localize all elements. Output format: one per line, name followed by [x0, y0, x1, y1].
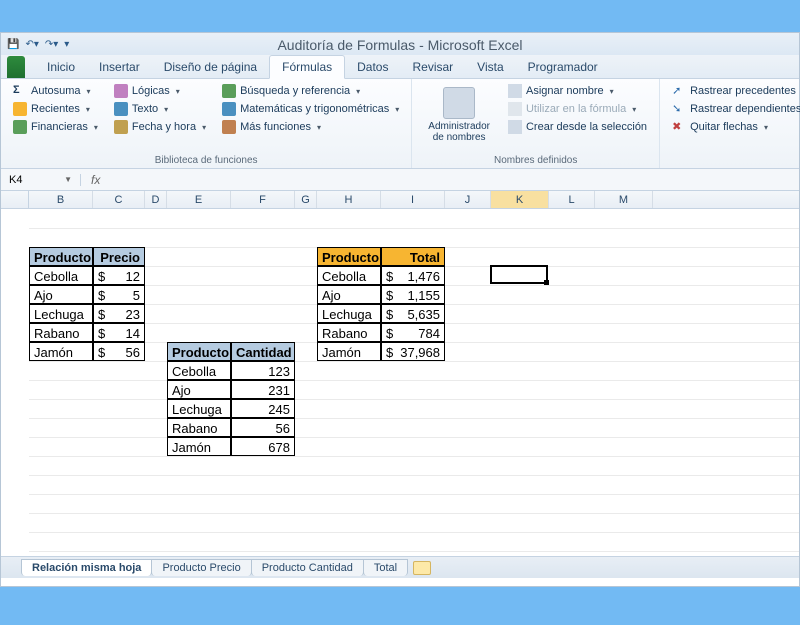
cell-F9[interactable]: 123 [231, 361, 295, 380]
cell-E10[interactable]: Ajo [167, 380, 231, 399]
cell-H4[interactable]: Cebolla [317, 266, 381, 285]
cell-H7[interactable]: Rabano [317, 323, 381, 342]
cell-F10[interactable]: 231 [231, 380, 295, 399]
autosum-button[interactable]: ΣAutosuma▾ [9, 83, 102, 99]
sheet-tab-cantidad[interactable]: Producto Cantidad [251, 559, 364, 576]
qat-save-icon[interactable]: 💾 [7, 39, 19, 50]
cell-E9[interactable]: Cebolla [167, 361, 231, 380]
group-label-nombres: Nombres definidos [420, 153, 651, 166]
cell-I6[interactable]: $5,635 [381, 304, 445, 323]
col-header-I[interactable]: I [381, 191, 445, 208]
tab-programador[interactable]: Programador [516, 56, 610, 78]
cell-B6[interactable]: Lechuga [29, 304, 93, 323]
logicas-button[interactable]: Lógicas▾ [110, 83, 210, 99]
fx-label[interactable]: fx [81, 173, 110, 187]
qat-customize-icon[interactable]: ▾ [64, 39, 69, 50]
cell-C4[interactable]: $12 [93, 266, 145, 285]
col-header-M[interactable]: M [595, 191, 653, 208]
ribbon: ΣAutosuma▾ Recientes▾ Financieras▾ Lógic… [1, 79, 799, 169]
col-header-C[interactable]: C [93, 191, 145, 208]
cell-E11[interactable]: Lechuga [167, 399, 231, 418]
crear-seleccion-button[interactable]: Crear desde la selección [504, 119, 651, 135]
cell-C5[interactable]: $5 [93, 285, 145, 304]
formula-bar: K4▼ fx [1, 169, 799, 191]
cell-I5[interactable]: $1,155 [381, 285, 445, 304]
recientes-button[interactable]: Recientes▾ [9, 101, 102, 117]
financieras-button[interactable]: Financieras▾ [9, 119, 102, 135]
qat-undo-icon[interactable]: ↶▾ [25, 39, 38, 50]
fecha-button[interactable]: Fecha y hora▾ [110, 119, 210, 135]
tab-vista[interactable]: Vista [465, 56, 515, 78]
cell-B7[interactable]: Rabano [29, 323, 93, 342]
ribbon-tabs: Inicio Insertar Diseño de página Fórmula… [1, 55, 799, 79]
cell-C6[interactable]: $23 [93, 304, 145, 323]
cell-C7[interactable]: $14 [93, 323, 145, 342]
cell-F13[interactable]: 678 [231, 437, 295, 456]
qat-redo-icon[interactable]: ↷▾ [45, 39, 58, 50]
cell-I8[interactable]: $37,968 [381, 342, 445, 361]
cell-B8[interactable]: Jamón [29, 342, 93, 361]
tab-diseno[interactable]: Diseño de página [152, 56, 269, 78]
cell-I7[interactable]: $784 [381, 323, 445, 342]
cell-F11[interactable]: 245 [231, 399, 295, 418]
cell-I4[interactable]: $1,476 [381, 266, 445, 285]
tab-formulas[interactable]: Fórmulas [269, 55, 345, 79]
cell-selection [490, 265, 548, 284]
cell-E12[interactable]: Rabano [167, 418, 231, 437]
col-header-L[interactable]: L [549, 191, 595, 208]
name-manager-icon [443, 87, 475, 119]
name-manager-button[interactable]: Administrador de nombres [420, 83, 498, 147]
excel-window: Auditoría de Formulas - Microsoft Excel … [0, 32, 800, 587]
select-all-corner[interactable] [1, 191, 29, 208]
tab-revisar[interactable]: Revisar [400, 56, 465, 78]
cell-E8[interactable]: Producto [167, 342, 231, 361]
cell-C8[interactable]: $56 [93, 342, 145, 361]
cell-H3[interactable]: Producto [317, 247, 381, 266]
col-header-G[interactable]: G [295, 191, 317, 208]
sheet-tab-precio[interactable]: Producto Precio [151, 559, 251, 576]
cell-F12[interactable]: 56 [231, 418, 295, 437]
file-tab[interactable] [7, 56, 25, 78]
col-header-D[interactable]: D [145, 191, 167, 208]
new-sheet-button[interactable] [413, 561, 431, 575]
texto-button[interactable]: Texto▾ [110, 101, 210, 117]
quitar-flechas-button[interactable]: ✖Quitar flechas▾ [668, 119, 800, 135]
group-label-biblioteca: Biblioteca de funciones [9, 153, 403, 166]
col-header-K[interactable]: K [491, 191, 549, 208]
name-box[interactable]: K4▼ [1, 174, 81, 186]
worksheet-grid[interactable]: BCDEFGHIJKLM ProductoPrecioCebolla$12Ajo… [1, 191, 799, 556]
cell-I3[interactable]: Total [381, 247, 445, 266]
busqueda-button[interactable]: Búsqueda y referencia▾ [218, 83, 403, 99]
tab-inicio[interactable]: Inicio [35, 56, 87, 78]
tab-datos[interactable]: Datos [345, 56, 400, 78]
quick-access-toolbar: 💾 ↶▾ ↷▾ ▾ [1, 33, 799, 55]
sheet-tab-total[interactable]: Total [363, 559, 408, 576]
cell-B3[interactable]: Producto [29, 247, 93, 266]
cell-C3[interactable]: Precio [93, 247, 145, 266]
tab-insertar[interactable]: Insertar [87, 56, 152, 78]
sheet-tabs: Relación misma hoja Producto Precio Prod… [1, 556, 799, 578]
matematicas-button[interactable]: Matemáticas y trigonométricas▾ [218, 101, 403, 117]
cell-H5[interactable]: Ajo [317, 285, 381, 304]
cell-H8[interactable]: Jamón [317, 342, 381, 361]
col-header-H[interactable]: H [317, 191, 381, 208]
col-header-B[interactable]: B [29, 191, 93, 208]
column-headers: BCDEFGHIJKLM [1, 191, 799, 209]
cell-E13[interactable]: Jamón [167, 437, 231, 456]
rastrear-dependientes-button[interactable]: ➘Rastrear dependientes [668, 101, 800, 117]
mas-funciones-button[interactable]: Más funciones▾ [218, 119, 403, 135]
col-header-J[interactable]: J [445, 191, 491, 208]
rastrear-precedentes-button[interactable]: ➚Rastrear precedentes [668, 83, 800, 99]
cell-B5[interactable]: Ajo [29, 285, 93, 304]
asignar-nombre-button[interactable]: Asignar nombre▾ [504, 83, 651, 99]
cell-B4[interactable]: Cebolla [29, 266, 93, 285]
cell-H6[interactable]: Lechuga [317, 304, 381, 323]
col-header-F[interactable]: F [231, 191, 295, 208]
sheet-tab-relacion[interactable]: Relación misma hoja [21, 559, 152, 576]
cell-F8[interactable]: Cantidad [231, 342, 295, 361]
col-header-E[interactable]: E [167, 191, 231, 208]
utilizar-formula-button: Utilizar en la fórmula▾ [504, 101, 651, 117]
